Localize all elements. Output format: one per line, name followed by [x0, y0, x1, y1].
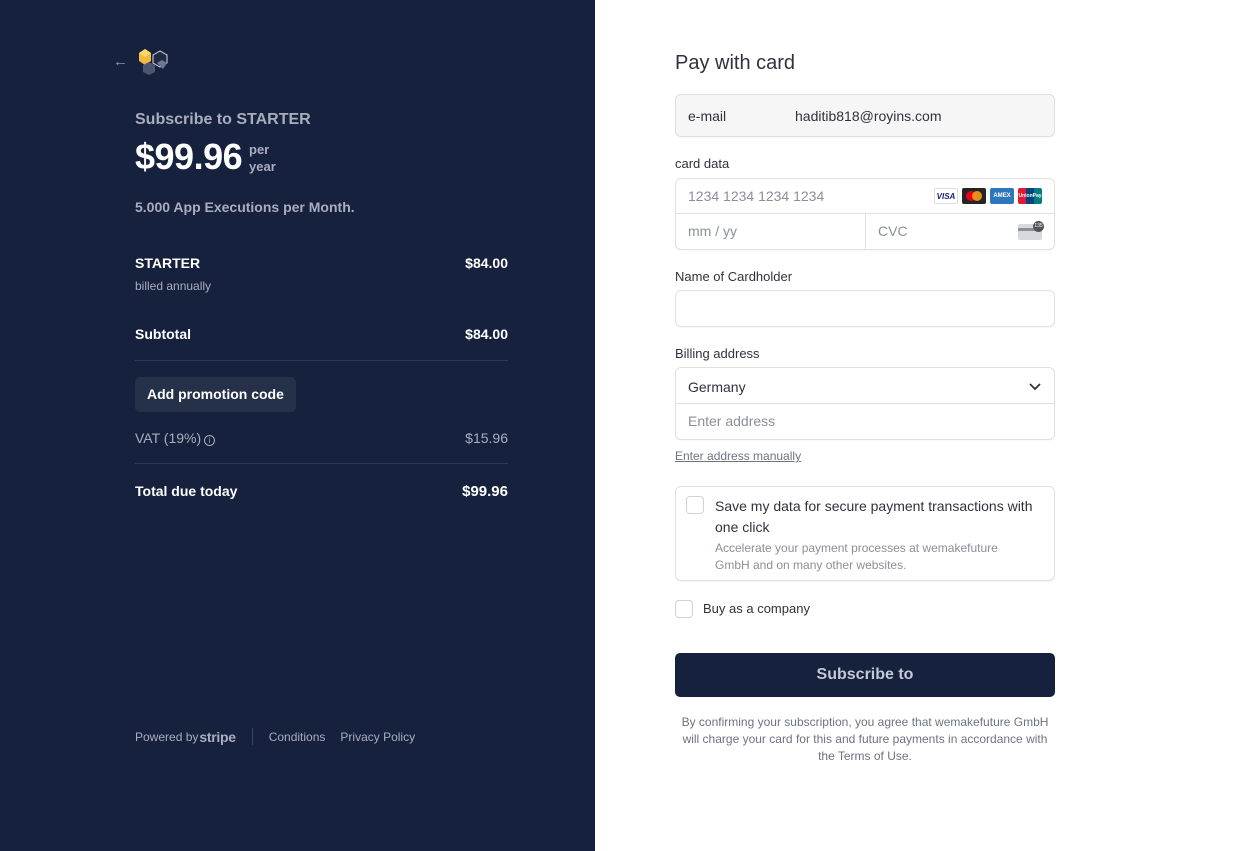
line-item: STARTER $84.00 — [135, 255, 508, 271]
per-label: per — [249, 142, 270, 157]
unionpay-icon: UnionPay — [1018, 188, 1042, 204]
back-arrow-icon[interactable]: ← — [113, 54, 129, 70]
line-item-detail: billed annually — [135, 279, 212, 293]
email-value: haditib818@royins.com — [795, 107, 942, 124]
subscribe-button[interactable]: Subscribe to — [675, 653, 1055, 697]
visa-icon: VISA — [934, 188, 958, 204]
powered-by-label: Powered by — [135, 729, 199, 744]
email-field[interactable]: e-mail haditib818@royins.com — [675, 94, 1055, 137]
country-select[interactable]: Germany — [676, 368, 1054, 404]
plan-description: 5.000 App Executions per Month. — [135, 199, 355, 215]
period-label: year — [249, 159, 276, 174]
subtotal-label: Subtotal — [135, 326, 191, 342]
price: $99.96 — [135, 136, 243, 177]
vat-label: VAT (19%) — [135, 430, 202, 446]
company-logo — [139, 49, 168, 75]
footer: Powered by stripe Conditions Privacy Pol… — [135, 728, 415, 745]
expiry-input[interactable]: mm / yy — [676, 214, 866, 249]
card-data-label: card data — [675, 156, 730, 171]
cardholder-name-input[interactable] — [675, 290, 1055, 327]
vat-row: VAT (19%) i $15.96 — [135, 430, 508, 446]
total-row: Total due today $99.96 — [135, 483, 508, 500]
cvc-input[interactable]: CVC 135 — [866, 214, 1054, 249]
amex-icon: AMEX — [990, 188, 1014, 204]
line-item-amount: $84.00 — [465, 255, 508, 271]
subtotal-value: $84.00 — [465, 326, 508, 342]
enter-address-manually-link[interactable]: Enter address manually — [675, 449, 801, 463]
card-input-group: 1234 1234 1234 1234 VISA AMEX UnionPay m… — [675, 178, 1055, 250]
divider — [135, 360, 508, 361]
mastercard-icon — [962, 188, 986, 204]
subscription-title: Subscribe to STARTER — [135, 111, 311, 128]
stripe-logo[interactable]: stripe — [199, 729, 236, 745]
vat-value: $15.96 — [465, 430, 508, 446]
chevron-down-icon — [1029, 383, 1041, 391]
save-data-checkbox[interactable] — [686, 496, 704, 514]
divider — [135, 463, 508, 464]
email-label: e-mail — [688, 107, 727, 124]
line-item-name: STARTER — [135, 255, 201, 271]
billing-address-group: Germany Enter address — [675, 367, 1055, 440]
save-data-title: Save my data for secure payment transact… — [715, 498, 1033, 535]
address-input[interactable]: Enter address — [676, 404, 1054, 439]
vat-label-wrap: VAT (19%) i — [135, 430, 216, 446]
save-data-subtitle: Accelerate your payment processes at wem… — [715, 541, 998, 572]
legal-text: By confirming your subscription, you agr… — [681, 715, 1049, 763]
country-value: Germany — [688, 379, 746, 395]
cvc-placeholder: CVC — [878, 223, 908, 239]
page-title: Pay with card — [675, 52, 796, 74]
conditions-link[interactable]: Conditions — [269, 730, 326, 744]
buy-as-company-checkbox[interactable] — [675, 600, 693, 618]
billing-address-label: Billing address — [675, 346, 760, 361]
add-promotion-code-button[interactable]: Add promotion code — [135, 377, 296, 412]
buy-as-company-label: Buy as a company — [703, 601, 810, 616]
card-brands: VISA AMEX UnionPay — [934, 188, 1042, 204]
cardholder-label: Name of Cardholder — [675, 269, 793, 284]
cvc-card-icon: 135 — [1018, 221, 1044, 240]
card-number-input[interactable]: 1234 1234 1234 1234 VISA AMEX UnionPay — [676, 179, 1054, 214]
total-value: $99.96 — [462, 483, 508, 500]
total-label: Total due today — [135, 483, 238, 499]
card-number-placeholder: 1234 1234 1234 1234 — [688, 188, 825, 204]
save-data-box: Save my data for secure payment transact… — [675, 486, 1055, 581]
subtotal-row: Subtotal $84.00 — [135, 326, 508, 342]
billing-period: per year — [249, 141, 276, 175]
footer-divider — [251, 728, 253, 745]
order-summary-panel: ← Subscribe to STARTER $99.96 per year 5… — [0, 0, 595, 851]
privacy-policy-link[interactable]: Privacy Policy — [340, 730, 415, 744]
info-icon[interactable]: i — [204, 435, 216, 446]
